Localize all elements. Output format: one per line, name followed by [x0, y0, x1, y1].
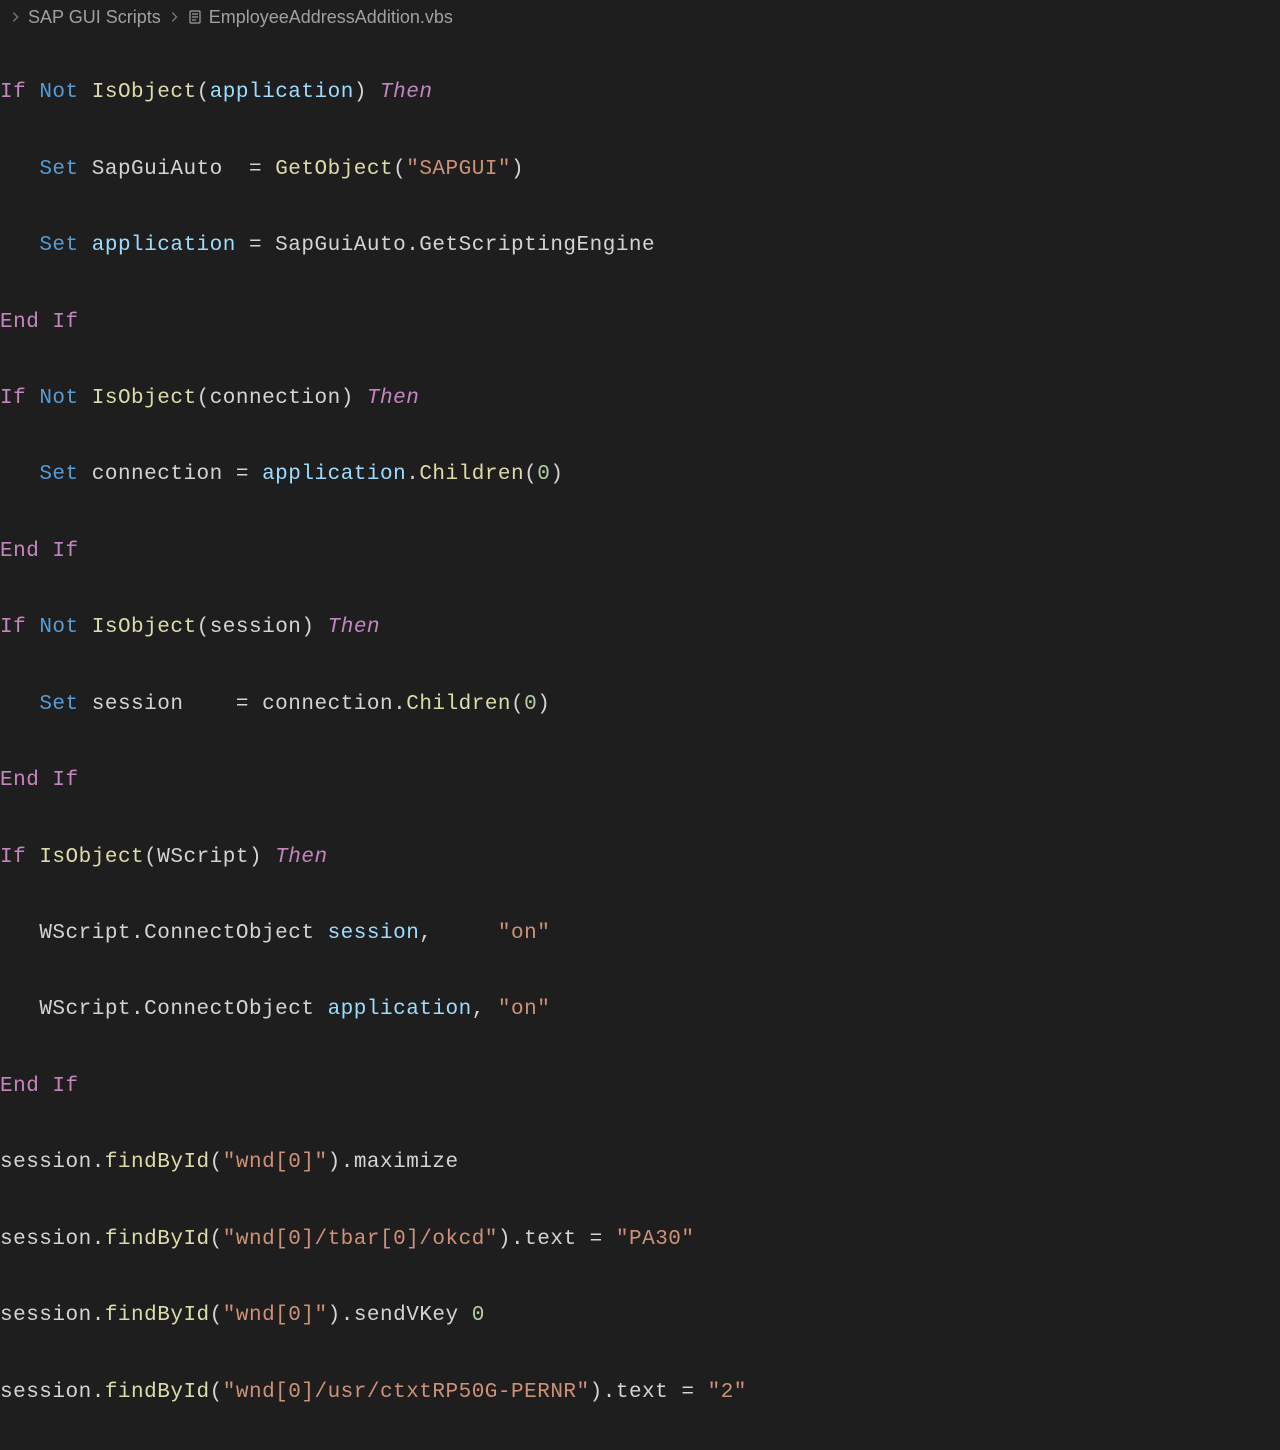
code-line[interactable]: Set application = SapGuiAuto.GetScriptin… [0, 227, 1280, 265]
code-line[interactable]: End If [0, 304, 1280, 342]
code-line[interactable]: session.findById("wnd[0]/usr/ctxtRP50G-P… [0, 1374, 1280, 1412]
breadcrumb-file[interactable]: EmployeeAddressAddition.vbs [209, 7, 453, 28]
code-line[interactable]: WScript.ConnectObject application, "on" [0, 991, 1280, 1029]
code-line[interactable]: Set session = connection.Children(0) [0, 686, 1280, 724]
code-line[interactable]: session.findById("wnd[0]/tbar[0]/okcd").… [0, 1221, 1280, 1259]
code-editor[interactable]: If Not IsObject(application) Then Set Sa… [0, 34, 1280, 1450]
code-line[interactable]: End If [0, 762, 1280, 800]
code-line[interactable]: If Not IsObject(session) Then [0, 609, 1280, 647]
code-line[interactable]: End If [0, 533, 1280, 571]
code-line[interactable]: WScript.ConnectObject session, "on" [0, 915, 1280, 953]
code-line[interactable]: Set connection = application.Children(0) [0, 456, 1280, 494]
code-line[interactable]: If IsObject(WScript) Then [0, 839, 1280, 877]
breadcrumb[interactable]: SAP GUI Scripts EmployeeAddressAddition.… [0, 0, 1280, 34]
code-line[interactable]: session.findById("wnd[0]").maximize [0, 1144, 1280, 1182]
code-line[interactable]: Set SapGuiAuto = GetObject("SAPGUI") [0, 151, 1280, 189]
code-line[interactable]: End If [0, 1068, 1280, 1106]
file-icon [187, 9, 203, 25]
chevron-right-icon [167, 10, 181, 24]
breadcrumb-folder[interactable]: SAP GUI Scripts [28, 7, 161, 28]
code-line[interactable]: session.findById("wnd[0]").sendVKey 0 [0, 1297, 1280, 1335]
code-line[interactable]: If Not IsObject(connection) Then [0, 380, 1280, 418]
code-line[interactable]: If Not IsObject(application) Then [0, 74, 1280, 112]
chevron-right-icon [8, 10, 22, 24]
